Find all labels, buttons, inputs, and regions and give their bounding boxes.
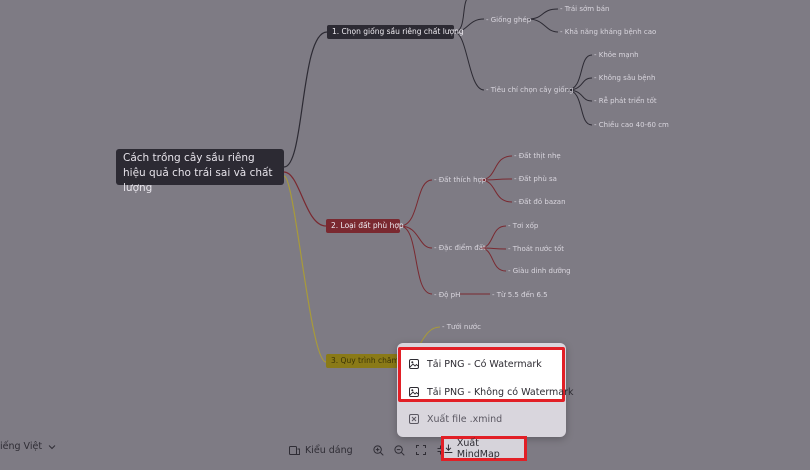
download-icon xyxy=(444,444,453,453)
node-do-ph: - Độ pH xyxy=(434,291,460,299)
menu-item-xmind[interactable]: Xuất file .xmind xyxy=(409,410,502,428)
leaf-khong-sau-benh: - Không sâu bệnh xyxy=(594,74,655,82)
branch-quy-trinh-cham[interactable]: 3. Quy trình chăm xyxy=(326,354,399,368)
leaf-kha-nang-khang-benh: - Khả năng kháng bệnh cao xyxy=(560,28,656,36)
export-mindmap-button[interactable]: Xuất MindMap xyxy=(441,436,527,461)
zoom-in-button[interactable] xyxy=(371,442,387,458)
style-label: Kiểu dáng xyxy=(305,444,353,456)
menu-item-label: Tải PNG - Không có Watermark xyxy=(427,386,574,398)
fit-screen-icon xyxy=(415,445,426,455)
leaf-dat-thit-nhe: - Đất thịt nhẹ xyxy=(514,152,561,160)
menu-item-png-watermark[interactable]: Tải PNG - Có Watermark xyxy=(409,355,542,373)
menu-item-label: Tải PNG - Có Watermark xyxy=(427,358,542,370)
branch-chon-giong[interactable]: 1. Chọn giống sầu riêng chất lượng xyxy=(327,25,464,39)
image-icon xyxy=(409,359,419,369)
leaf-khoe-manh: - Khỏe mạnh xyxy=(594,51,639,59)
leaf-chieu-cao: - Chiều cao 40-60 cm xyxy=(594,121,669,129)
fit-screen-button[interactable] xyxy=(413,442,429,458)
style-icon xyxy=(289,445,300,455)
connector-b1-leaf xyxy=(566,54,593,91)
connector-b1-sub2 xyxy=(453,31,485,91)
file-x-icon xyxy=(409,414,419,424)
leaf-re-phat-trien: - Rễ phát triển tốt xyxy=(594,96,657,105)
menu-item-label: Xuất file .xmind xyxy=(427,413,503,425)
chevron-down-icon xyxy=(48,444,56,449)
export-label: Xuất MindMap xyxy=(456,437,500,460)
connector-b2-sub3 xyxy=(399,225,433,295)
leaf-giau-dinh-duong: - Giàu dinh dưỡng xyxy=(508,267,571,275)
leaf-toi-xop: - Tơi xốp xyxy=(508,222,539,230)
connector-b2-sub2 xyxy=(399,225,433,249)
node-tieu-chi-chon-cay: - Tiêu chí chọn cây giống xyxy=(486,86,573,94)
style-button[interactable]: Kiểu dáng xyxy=(289,445,353,456)
leaf-trai-som-ban: - Trái sớm bán xyxy=(560,5,609,13)
language-selector[interactable]: iếng Việt xyxy=(0,441,56,452)
leaf-dat-do-bazan: - Đất đỏ bazan xyxy=(514,198,566,206)
image-icon xyxy=(409,387,419,397)
mindmap-root-node[interactable]: Cách trồng cây sầu riêng hiệu quả cho tr… xyxy=(116,149,284,194)
leaf-dat-phu-sa: - Đất phù sa xyxy=(514,175,557,183)
connector-b1-leaf xyxy=(566,89,593,126)
node-dat-thich-hop: - Đất thích hợp xyxy=(434,176,487,184)
node-giong-ghep: - Giống ghép xyxy=(486,16,532,24)
node-dac-diem-dat: - Đặc điểm đất xyxy=(434,243,486,252)
connector-b2-sub1 xyxy=(399,179,433,227)
leaf-tu-55-den-65: - Từ 5.5 đến 6.5 xyxy=(492,291,548,299)
connector-b1-leaf xyxy=(527,18,559,33)
zoom-in-icon xyxy=(373,444,384,456)
leaf-thoat-nuoc-tot: - Thoát nước tốt xyxy=(508,245,564,253)
zoom-out-icon xyxy=(394,444,405,456)
connector-b1-leaf xyxy=(527,8,559,20)
branch-loai-dat[interactable]: 2. Loại đất phù hợp xyxy=(326,219,404,233)
menu-item-png-no-watermark[interactable]: Tải PNG - Không có Watermark xyxy=(409,383,574,401)
language-label: iếng Việt xyxy=(0,441,43,452)
connector-root-branch2 xyxy=(283,171,327,227)
zoom-out-button[interactable] xyxy=(392,442,408,458)
connector-root-branch1 xyxy=(283,31,328,168)
node-tuoi-nuoc: - Tưới nước xyxy=(442,323,481,331)
